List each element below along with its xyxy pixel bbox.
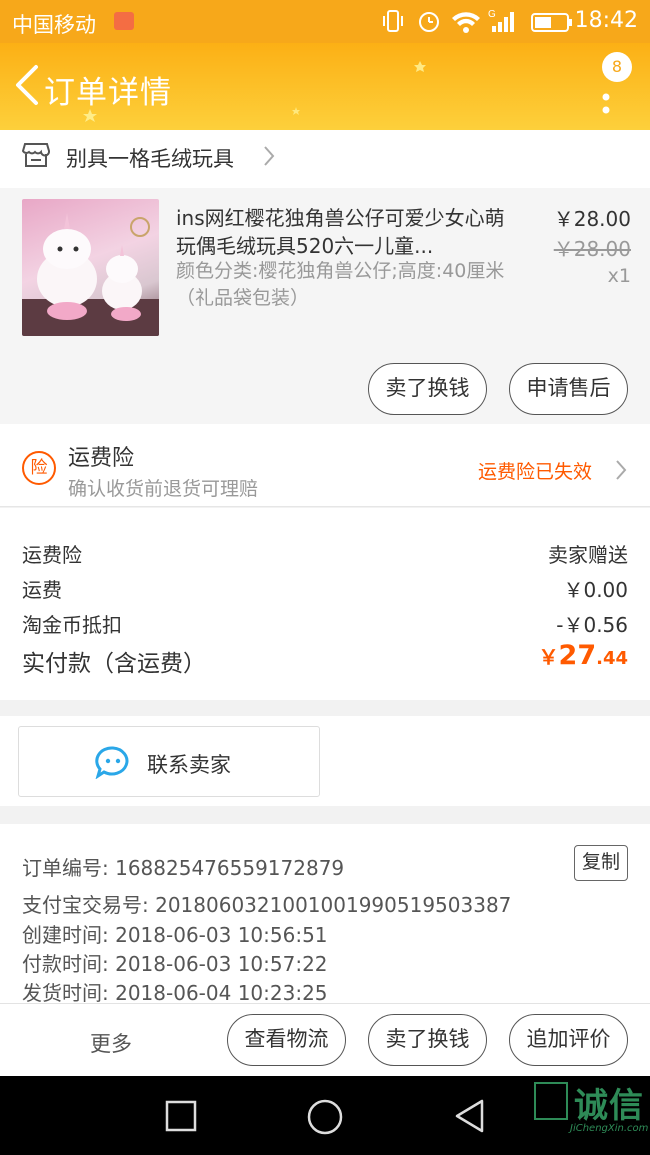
alipay-trade-number: 2018060321001001990519503387 xyxy=(155,893,512,917)
page-title: 订单详情 xyxy=(44,75,172,111)
total-row: 实付款（含运费） ￥27.44 xyxy=(22,640,628,678)
contact-seller-label: 联系卖家 xyxy=(147,753,231,777)
watermark-box-icon xyxy=(534,1082,568,1120)
product-thumbnail[interactable] xyxy=(22,199,159,336)
clock: 18:42 xyxy=(574,8,638,33)
resell-button[interactable]: 卖了换钱 xyxy=(368,363,487,415)
alarm-icon xyxy=(419,12,439,32)
chat-bubble-icon xyxy=(95,746,129,779)
status-icons: G xyxy=(383,9,572,33)
system-nav-bar: 诚信 JiChengXin.com xyxy=(0,1076,650,1155)
order-number-row: 订单编号: 168825476559172879 xyxy=(22,852,344,881)
recents-square-icon[interactable] xyxy=(165,1100,197,1132)
info-label: 支付宝交易号: xyxy=(22,893,149,917)
watermark-subtext: JiChengXin.com xyxy=(570,1123,649,1134)
network-type: G xyxy=(488,9,496,20)
contact-seller-button[interactable]: 联系卖家 xyxy=(18,726,320,797)
battery-icon xyxy=(531,13,572,32)
after-sales-button[interactable]: 申请售后 xyxy=(509,363,628,415)
product-quantity: x1 xyxy=(607,265,631,287)
more-menu-icon[interactable] xyxy=(596,55,636,119)
fee-row-shipping: 运费 ￥0.00 xyxy=(22,574,628,603)
chevron-right-icon xyxy=(264,146,275,166)
app-header: 订单详情 8 xyxy=(0,43,650,130)
home-circle-icon[interactable] xyxy=(306,1098,344,1136)
vibrate-icon xyxy=(383,10,403,32)
shipped-time-row: 发货时间: 2018-06-04 10:23:25 xyxy=(22,977,328,1003)
resell-button[interactable]: 卖了换钱 xyxy=(368,1014,487,1066)
message-notification-icon xyxy=(114,12,134,30)
add-review-button[interactable]: 追加评价 xyxy=(509,1014,628,1066)
watermark-logo: 诚信 JiChengXin.com xyxy=(532,1078,650,1138)
wifi-icon xyxy=(452,12,480,33)
paid-time: 2018-06-03 10:57:22 xyxy=(115,952,328,976)
carrier-label: 中国移动 xyxy=(12,13,96,37)
watermark-text: 诚信 xyxy=(574,1086,644,1126)
info-label: 付款时间: xyxy=(22,952,109,976)
fee-label: 运费 xyxy=(22,578,62,602)
product-sku: 颜色分类:樱花独角兽公仔;高度:40厘米（礼品袋包装） xyxy=(176,260,505,309)
insurance-icon: 险 xyxy=(22,451,56,485)
product-original-price: ￥28.00 xyxy=(553,237,631,261)
insurance-title: 运费险 xyxy=(68,446,135,471)
info-label: 发货时间: xyxy=(22,981,109,1003)
order-number: 168825476559172879 xyxy=(115,856,345,880)
insurance-subtitle: 确认收货前退货可理赔 xyxy=(68,478,259,500)
view-logistics-button[interactable]: 查看物流 xyxy=(227,1014,346,1066)
alipay-trade-row: 支付宝交易号: 2018060321001001990519503387 xyxy=(22,889,511,918)
created-time: 2018-06-03 10:56:51 xyxy=(115,923,328,947)
total-amount: ￥27.44 xyxy=(539,640,628,671)
fee-value: -￥0.56 xyxy=(556,613,628,637)
back-arrow-icon[interactable] xyxy=(8,63,48,107)
unicorn-plush-image xyxy=(22,213,159,336)
fee-value: ￥0.00 xyxy=(563,578,628,602)
info-label: 创建时间: xyxy=(22,923,109,947)
order-item[interactable]: ins网红樱花独角兽公仔可爱少女心萌玩偶毛绒玩具520六一儿童... 颜色分类:… xyxy=(0,188,650,424)
shipping-insurance-row[interactable]: 险 运费险 确认收货前退货可理赔 运费险已失效 xyxy=(0,424,650,507)
chevron-right-icon xyxy=(616,460,627,480)
shop-row[interactable]: 别具一格毛绒玩具 xyxy=(0,130,650,188)
paid-time-row: 付款时间: 2018-06-03 10:57:22 xyxy=(22,948,328,977)
total-currency: ￥ xyxy=(538,645,559,669)
fee-label: 淘金币抵扣 xyxy=(22,613,122,637)
store-icon xyxy=(22,143,50,167)
insurance-status: 运费险已失效 xyxy=(478,461,593,483)
copy-order-number-button[interactable]: 复制 xyxy=(574,845,628,881)
product-price: ￥28.00 xyxy=(553,207,631,231)
status-bar: 中国移动 G 18:42 xyxy=(0,0,650,43)
order-info: 订单编号: 168825476559172879 复制 支付宝交易号: 2018… xyxy=(0,824,650,1003)
fee-row-coin-discount: 淘金币抵扣 -￥0.56 xyxy=(22,609,628,638)
back-triangle-icon[interactable] xyxy=(452,1098,488,1134)
total-integer: 27 xyxy=(558,640,597,671)
fee-summary: 运费险 卖家赠送 运费 ￥0.00 淘金币抵扣 -￥0.56 实付款（含运费） … xyxy=(0,508,650,700)
product-title[interactable]: ins网红樱花独角兽公仔可爱少女心萌玩偶毛绒玩具520六一儿童... xyxy=(176,204,516,260)
total-label: 实付款（含运费） xyxy=(22,651,206,677)
fee-value: 卖家赠送 xyxy=(548,543,628,567)
total-decimal: .44 xyxy=(596,648,628,669)
info-label: 订单编号: xyxy=(22,856,109,880)
more-button[interactable]: 更多 xyxy=(90,1028,132,1058)
created-time-row: 创建时间: 2018-06-03 10:56:51 xyxy=(22,919,328,948)
bottom-action-bar: 更多 查看物流 卖了换钱 追加评价 xyxy=(0,1003,650,1076)
fee-label: 运费险 xyxy=(22,543,82,567)
shipped-time: 2018-06-04 10:23:25 xyxy=(115,981,328,1003)
shop-name: 别具一格毛绒玩具 xyxy=(66,147,234,171)
fee-row-insurance: 运费险 卖家赠送 xyxy=(22,539,628,568)
contact-section: 联系卖家 xyxy=(0,716,650,806)
